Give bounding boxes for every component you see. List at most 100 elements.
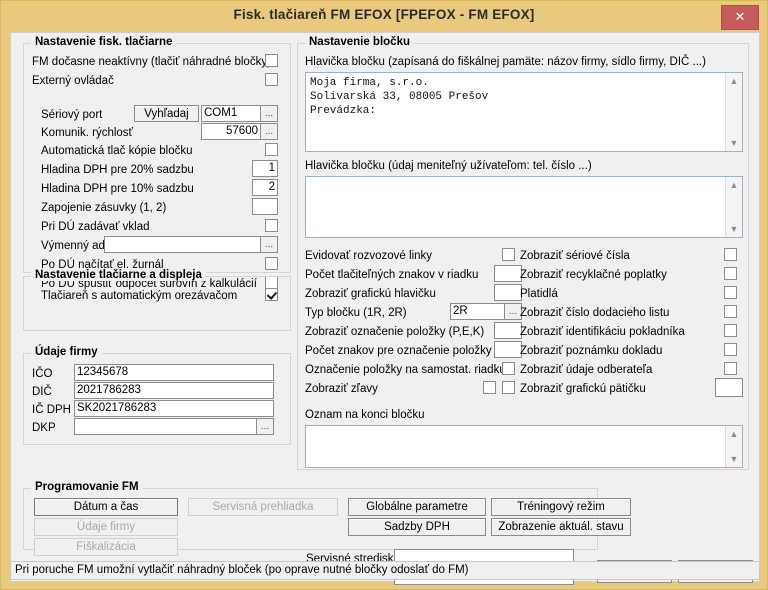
checkbox-show-discounts-b[interactable] <box>502 381 515 394</box>
label-opt-r-1: Zobraziť recyklačné poplatky <box>520 269 667 281</box>
global-parameters-button[interactable]: Globálne parametre <box>348 498 486 516</box>
label-opt-l-5: Počet znakov pre označenie položky <box>305 345 492 357</box>
search-port-button[interactable]: Vyhľadaj <box>134 105 199 122</box>
label-header-user: Hlavička bločku (údaj meniteľný užívateľ… <box>305 160 592 172</box>
label-opt-r-3: Zobraziť číslo dodacieho listu <box>520 307 670 319</box>
label-external-driver: Externý ovládač <box>32 75 114 87</box>
serial-port-input[interactable]: COM1 <box>201 105 261 122</box>
scroll-up-icon[interactable]: ▲ <box>726 73 742 89</box>
dialog-window: Fisk. tlačiareň FM EFOX [FPEFOX - FM EFO… <box>0 0 768 590</box>
dkp-browse-button[interactable]: ... <box>257 418 274 435</box>
label-vat20: Hladina DPH pre 20% sadzbu <box>41 164 194 176</box>
header-fiscal-text: Moja firma, s.r.o. Solivarská 33, 08005 … <box>310 77 489 117</box>
datetime-button[interactable]: Dátum a čas <box>34 498 178 516</box>
checkbox-auto-copy[interactable] <box>265 143 278 156</box>
checkbox-evidence-delivery-lines[interactable] <box>502 248 515 261</box>
header-user-scrollbar[interactable]: ▲ ▼ <box>725 177 742 237</box>
label-opt-r-7: Zobraziť grafickú pätičku <box>520 383 646 395</box>
group-company-data-legend: Údaje firmy <box>31 346 102 358</box>
footer-notice-scrollbar[interactable]: ▲ ▼ <box>725 426 742 467</box>
company-data-button: Údaje firmy <box>34 518 178 536</box>
header-user-textarea[interactable]: ▲ ▼ <box>305 176 743 238</box>
group-fm-programming-legend: Programovanie FM <box>31 481 143 493</box>
label-opt-l-4: Zobraziť označenie položky (P,E,K) <box>305 326 485 338</box>
label-opt-r-2: Platidlá <box>520 288 558 300</box>
dkp-input[interactable] <box>74 418 257 435</box>
vat10-level-input[interactable]: 2 <box>252 179 278 196</box>
label-opt-l-6: Označenie položky na samostat. riadku <box>305 364 506 376</box>
label-header-fiscal: Hlavička bločku (zapísaná do fiškálnej p… <box>305 56 706 68</box>
header-fiscal-scrollbar[interactable]: ▲ ▼ <box>725 73 742 151</box>
label-opt-l-3: Typ bločku (1R, 2R) <box>305 307 407 319</box>
label-receipt-footer-notice: Oznam na konci bločku <box>305 409 425 421</box>
dic-input[interactable]: 2021786283 <box>74 382 274 399</box>
checkbox-du-deposit[interactable] <box>265 219 278 232</box>
receipt-type-input[interactable]: 2R <box>450 303 505 320</box>
scroll-up-icon[interactable]: ▲ <box>726 177 742 193</box>
baud-rate-input[interactable]: 57600 <box>201 123 261 140</box>
group-company-data: Údaje firmy IČO 12345678 DIČ 2021786283 … <box>23 346 291 445</box>
training-mode-button[interactable]: Tréningový režim <box>491 498 631 516</box>
label-drawer: Zapojenie zásuvky (1, 2) <box>41 202 167 214</box>
label-icdph: IČ DPH <box>32 404 71 416</box>
scroll-down-icon[interactable]: ▼ <box>726 135 742 151</box>
close-icon[interactable]: ✕ <box>721 5 759 30</box>
scroll-up-icon[interactable]: ▲ <box>726 426 742 442</box>
dialog-client-area: Nastavenie fisk. tlačiarne FM dočasne ne… <box>10 32 760 585</box>
label-opt-l-0: Evidovať rozvozové linky <box>305 250 433 262</box>
exchange-addr-input[interactable] <box>104 236 261 253</box>
icdph-input[interactable]: SK2021786283 <box>74 400 274 417</box>
checkbox-payment-tenders[interactable] <box>724 286 737 299</box>
label-opt-l-2: Zobraziť grafickú hlavičku <box>305 288 436 300</box>
label-opt-r-4: Zobraziť identifikáciu pokladníka <box>520 326 685 338</box>
checkbox-show-cashier-id[interactable] <box>724 324 737 337</box>
service-review-button: Servisná prehliadka <box>188 498 338 516</box>
printable-chars-per-line-input[interactable] <box>494 265 522 282</box>
checkbox-show-customer-data[interactable] <box>724 362 737 375</box>
label-auto-copy: Automatická tlač kópie bločku <box>41 145 193 157</box>
graphic-header-input[interactable] <box>494 284 522 301</box>
group-printer-settings: Nastavenie fisk. tlačiarne FM dočasne ne… <box>23 36 291 290</box>
label-exchange-addr: Výmenný adr. <box>41 240 112 252</box>
checkbox-auto-cutter[interactable] <box>265 288 278 301</box>
item-marking-input[interactable] <box>494 322 522 339</box>
current-state-button[interactable]: Zobrazenie aktuál. stavu <box>491 518 631 536</box>
group-fm-programming: Programovanie FM Dátum a čas Údaje firmy… <box>23 481 631 556</box>
scroll-down-icon[interactable]: ▼ <box>726 451 742 467</box>
checkbox-fm-inactive[interactable] <box>265 54 278 67</box>
baud-rate-browse-button[interactable]: ... <box>261 123 278 140</box>
label-vat10: Hladina DPH pre 10% sadzbu <box>41 183 194 195</box>
window-title: Fisk. tlačiareň FM EFOX [FPEFOX - FM EFO… <box>233 7 535 22</box>
checkbox-external-driver[interactable] <box>265 73 278 86</box>
header-fiscal-textarea[interactable]: Moja firma, s.r.o. Solivarská 33, 08005 … <box>305 72 743 152</box>
checkbox-item-marking-own-line[interactable] <box>502 362 515 375</box>
exchange-addr-browse-button[interactable]: ... <box>261 236 278 253</box>
label-serial-port: Sériový port <box>41 109 103 121</box>
group-display-settings: Nastavenie tlačiarne a displeja Tlačiare… <box>23 269 291 331</box>
drawer-input[interactable] <box>252 198 278 215</box>
ico-input[interactable]: 12345678 <box>74 364 274 381</box>
vat-rates-button[interactable]: Sadzby DPH <box>348 518 486 536</box>
label-dic: DIČ <box>32 386 52 398</box>
label-opt-r-5: Zobraziť poznámku dokladu <box>520 345 663 357</box>
label-opt-l-7: Zobraziť zľavy <box>305 383 378 395</box>
label-fm-inactive: FM dočasne neaktívny (tlačiť náhradné bl… <box>32 56 271 68</box>
serial-port-browse-button[interactable]: ... <box>261 105 278 122</box>
checkbox-show-document-note[interactable] <box>724 343 737 356</box>
item-marking-chars-input[interactable] <box>494 341 522 358</box>
fiscalization-button: Fiškalizácia <box>34 538 178 556</box>
checkbox-show-discounts-a[interactable] <box>483 381 496 394</box>
checkbox-du-journal[interactable] <box>265 257 278 270</box>
label-opt-r-0: Zobraziť sériové čísla <box>520 250 630 262</box>
checkbox-show-serial-numbers[interactable] <box>724 248 737 261</box>
title-bar: Fisk. tlačiareň FM EFOX [FPEFOX - FM EFO… <box>1 1 767 32</box>
graphic-footer-input[interactable] <box>715 378 743 397</box>
label-auto-cutter: Tlačiareň s automatickým orezávačom <box>41 290 238 302</box>
vat20-level-input[interactable]: 1 <box>252 160 278 177</box>
scroll-down-icon[interactable]: ▼ <box>726 221 742 237</box>
footer-notice-textarea[interactable]: ▲ ▼ <box>305 425 743 468</box>
label-baud-rate: Komunik. rýchlosť <box>41 127 133 139</box>
checkbox-show-delivery-note-number[interactable] <box>724 305 737 318</box>
status-bar: Pri poruche FM umožní vytlačiť náhradný … <box>10 561 760 580</box>
checkbox-show-recycling-fees[interactable] <box>724 267 737 280</box>
